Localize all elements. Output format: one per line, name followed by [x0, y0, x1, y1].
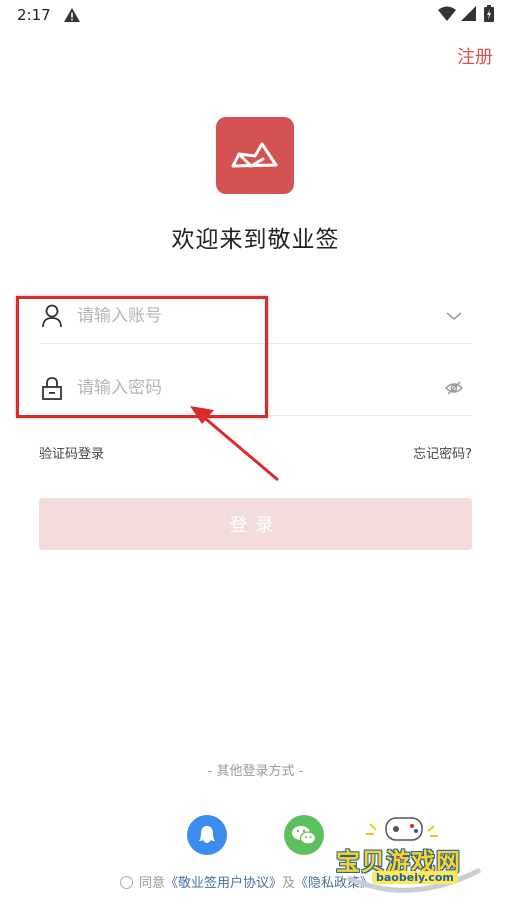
- login-screen: 2:17 注册 欢迎来到敬业签 请输入账号 验证码登录 忘记密码? 登录 - 其…: [0, 0, 511, 908]
- watermark: 宝贝游戏网 baobeiy.com: [330, 808, 490, 908]
- battery-icon: [484, 5, 494, 22]
- agreement-row: 同意《敬业签用户协议》及《隐私政策》: [120, 872, 373, 891]
- user-agreement-link[interactable]: 《敬业签用户协议》: [165, 876, 282, 891]
- sms-login-link[interactable]: 验证码登录: [39, 443, 104, 462]
- chevron-down-icon[interactable]: [444, 306, 464, 326]
- other-login-label: - 其他登录方式 -: [207, 764, 304, 779]
- app-logo: [216, 117, 294, 194]
- welcome-title: 欢迎来到敬业签: [171, 227, 340, 253]
- paper-hat-logo-icon: [231, 142, 278, 167]
- password-input[interactable]: [77, 373, 417, 403]
- wifi-icon: [438, 6, 456, 21]
- qq-icon: [199, 826, 215, 843]
- status-time: 2:17: [17, 6, 51, 24]
- password-field: [39, 360, 472, 416]
- agreement-conjunction: 及: [282, 876, 296, 891]
- status-bar: 2:17: [0, 0, 511, 32]
- account-field: [39, 288, 472, 344]
- privacy-policy-link[interactable]: 《隐私政策》: [295, 876, 373, 891]
- watermark-url: baobeiy.com: [372, 871, 458, 884]
- register-link[interactable]: 注册: [457, 43, 493, 69]
- lock-icon: [42, 377, 62, 400]
- wechat-login-button[interactable]: [284, 815, 324, 855]
- warning-icon: [64, 8, 80, 22]
- gamepad-logo: [346, 817, 482, 893]
- agreement-prefix: 同意: [139, 876, 166, 891]
- wechat-icon: [292, 826, 317, 845]
- signal-icon: [461, 6, 476, 21]
- forgot-password-link[interactable]: 忘记密码?: [413, 443, 472, 462]
- account-input[interactable]: [77, 301, 417, 331]
- login-button[interactable]: 登录: [39, 498, 472, 550]
- eye-off-icon[interactable]: [444, 378, 464, 398]
- agree-radio[interactable]: [120, 876, 133, 889]
- user-icon: [42, 304, 62, 328]
- qq-login-button[interactable]: [187, 815, 227, 855]
